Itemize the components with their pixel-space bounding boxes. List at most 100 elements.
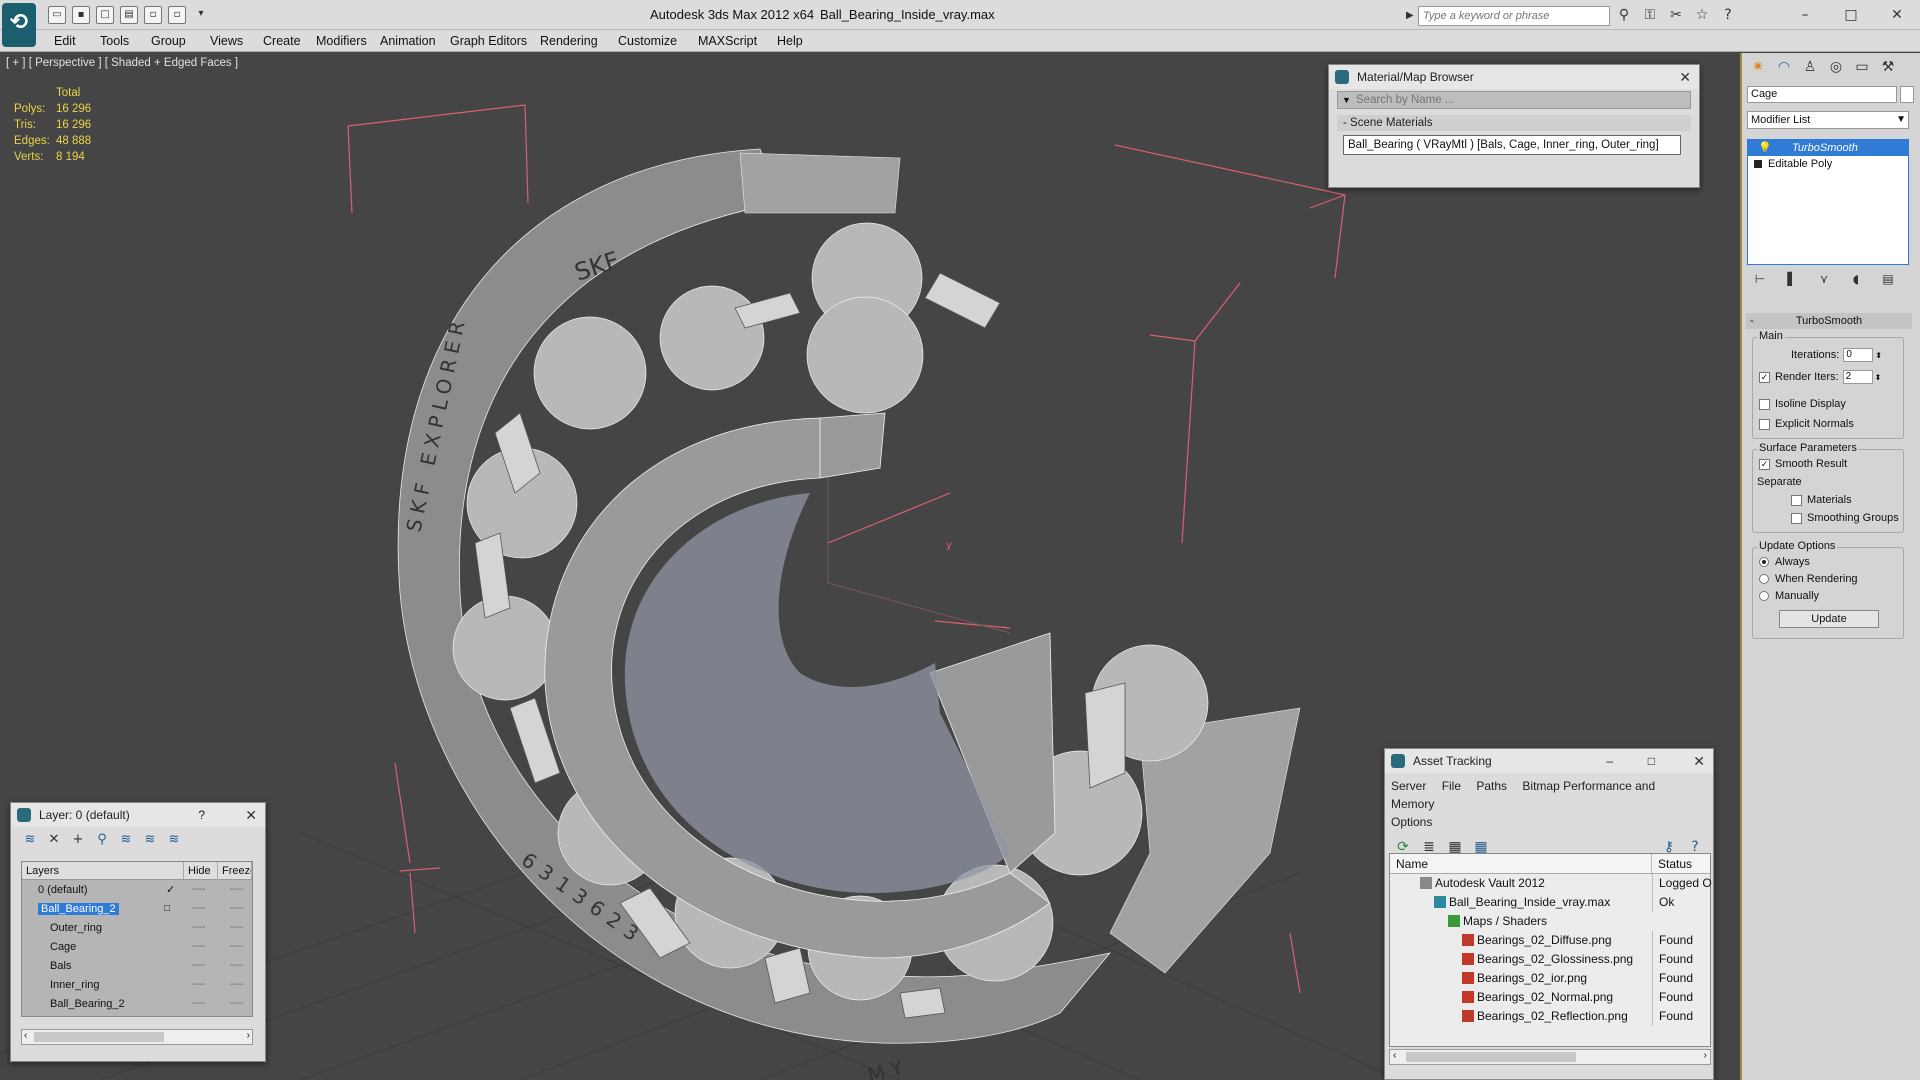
freeze-toggle[interactable]: ---- (230, 941, 243, 952)
close-icon[interactable]: ✕ (1679, 65, 1691, 89)
hide-toggle[interactable]: ---- (192, 922, 205, 933)
update-button[interactable]: Update (1779, 610, 1879, 628)
menu-file[interactable]: File (1442, 779, 1461, 793)
object-name[interactable]: Ball_Bearing_2 (50, 998, 125, 1010)
hold-icon[interactable]: ▤ (120, 6, 138, 24)
close-icon[interactable]: ✕ (1874, 0, 1920, 30)
create-layer-icon[interactable]: ≋ (21, 831, 39, 849)
scroll-right-icon[interactable]: › (1704, 1050, 1707, 1061)
stack-item-turbosmooth[interactable]: 💡 TurboSmooth (1748, 140, 1908, 156)
modify-tab-icon[interactable]: ◠ (1774, 57, 1794, 77)
asset-row[interactable]: Autodesk Vault 2012 Logged Ou (1390, 874, 1712, 893)
configure-sets-icon[interactable]: ▤ (1880, 271, 1896, 287)
manually-radio[interactable] (1759, 591, 1769, 601)
help-icon[interactable]: ? (1718, 5, 1738, 25)
scroll-thumb[interactable] (34, 1032, 164, 1042)
material-browser-titlebar[interactable]: Material/Map Browser ✕ (1329, 65, 1699, 89)
app-logo-icon[interactable]: ⟲ (2, 3, 36, 47)
scroll-left-icon[interactable]: ‹ (1393, 1050, 1396, 1061)
menu-graph-editors[interactable]: Graph Editors (450, 34, 527, 48)
display-tab-icon[interactable]: ▭ (1852, 57, 1872, 77)
modifier-list-dropdown[interactable]: Modifier List ▼ (1747, 111, 1909, 129)
col-name[interactable]: Name (1390, 854, 1652, 873)
freeze-toggle[interactable]: ---- (230, 960, 243, 971)
menu-options[interactable]: Options (1391, 815, 1432, 829)
hide-toggle[interactable]: ---- (192, 941, 205, 952)
delete-layer-icon[interactable]: ✕ (45, 831, 63, 849)
hierarchy-tab-icon[interactable]: ♙ (1800, 57, 1820, 77)
always-radio[interactable] (1759, 557, 1769, 567)
material-search[interactable]: ▼ (1337, 91, 1691, 109)
render-iters-spinner[interactable]: 2 (1842, 370, 1873, 384)
asset-row[interactable]: Bearings_02_ior.png Found (1390, 969, 1710, 988)
current-layer-check-icon[interactable]: ✓ (166, 883, 175, 896)
freeze-toggle[interactable]: ---- (230, 903, 243, 914)
search-expand-icon[interactable]: ▶ (1406, 10, 1414, 21)
iterations-spinner[interactable]: 0 (1843, 348, 1874, 362)
maximize-icon[interactable]: □ (1648, 749, 1655, 773)
freeze-toggle[interactable]: ---- (230, 979, 243, 990)
motion-tab-icon[interactable]: ◎ (1826, 57, 1846, 77)
minimize-icon[interactable]: – (1606, 749, 1613, 773)
object-name[interactable]: Cage (50, 941, 76, 953)
asset-row[interactable]: Bearings_02_Reflection.png Found (1390, 1007, 1710, 1026)
menu-views[interactable]: Views (210, 34, 243, 48)
menu-maxscript[interactable]: MAXScript (698, 34, 757, 48)
object-name[interactable]: Inner_ring (50, 979, 100, 991)
menu-edit[interactable]: Edit (54, 34, 76, 48)
horizontal-scrollbar[interactable]: ‹ › (21, 1029, 253, 1045)
menu-modifiers[interactable]: Modifiers (316, 34, 367, 48)
binoculars-icon[interactable]: ⚲ (1614, 5, 1634, 25)
menu-tools[interactable]: Tools (100, 34, 129, 48)
pin-stack-icon[interactable]: ⊢ (1752, 271, 1768, 287)
select-in-layer-icon[interactable]: ⚲ (93, 831, 111, 849)
menu-bitmap-performance[interactable]: Bitmap Performance and Memory (1391, 779, 1655, 811)
help-icon[interactable]: ? (198, 803, 205, 827)
menu-create[interactable]: Create (263, 34, 301, 48)
create-tab-icon[interactable]: ✷ (1748, 57, 1768, 77)
scroll-thumb[interactable] (1406, 1052, 1576, 1062)
utilities-tab-icon[interactable]: ⚒ (1878, 57, 1898, 77)
hide-toggle[interactable]: ---- (192, 960, 205, 971)
freeze-toggle[interactable]: ---- (230, 884, 243, 895)
scroll-right-icon[interactable]: › (247, 1030, 250, 1041)
spinner-arrows-icon[interactable]: ⬍ (1875, 351, 1882, 360)
qat-dropdown-icon[interactable]: ▾ (192, 6, 210, 24)
freeze-toggle[interactable]: ---- (230, 998, 243, 1009)
menu-customize[interactable]: Customize (618, 34, 677, 48)
smoothing-groups-checkbox[interactable] (1791, 512, 1802, 524)
menu-animation[interactable]: Animation (380, 34, 436, 48)
make-unique-icon[interactable]: ⋎ (1816, 271, 1832, 287)
menu-server[interactable]: Server (1391, 779, 1426, 793)
layer-row[interactable]: Bals ---- ---- (22, 956, 252, 975)
col-layers[interactable]: Layers (22, 862, 184, 879)
menu-rendering[interactable]: Rendering (540, 34, 598, 48)
asset-tracking-titlebar[interactable]: Asset Tracking – □ ✕ (1385, 749, 1713, 773)
asset-row[interactable]: Bearings_02_Diffuse.png Found (1390, 931, 1710, 950)
search-options-icon[interactable]: ▼ (1342, 95, 1351, 105)
object-name-field[interactable]: Cage (1747, 86, 1897, 103)
spinner-arrows-icon[interactable]: ⬍ (1875, 373, 1882, 382)
freeze-toggle[interactable]: ---- (230, 922, 243, 933)
layer-manager-titlebar[interactable]: Layer: 0 (default) ? ✕ (11, 803, 265, 827)
layer-row[interactable]: Ball_Bearing_2 □ ---- ---- (22, 899, 252, 918)
layer-row[interactable]: Cage ---- ---- (22, 937, 252, 956)
viewport-label[interactable]: [ + ] [ Perspective ] [ Shaded + Edged F… (6, 57, 238, 69)
expand-plus-icon[interactable] (1754, 160, 1762, 168)
asset-row[interactable]: Ball_Bearing_Inside_vray.max Ok (1390, 893, 1710, 912)
layer-name[interactable]: 0 (default) (38, 884, 88, 896)
isoline-checkbox[interactable] (1759, 398, 1770, 410)
new-scene-icon[interactable]: □ (96, 6, 114, 24)
asset-row[interactable]: Bearings_02_Glossiness.png Found (1390, 950, 1710, 969)
hide-all-icon[interactable]: ≋ (141, 831, 159, 849)
render-iters-checkbox[interactable]: ✓ (1759, 371, 1770, 383)
layer-row[interactable]: Ball_Bearing_2 ---- ---- (22, 994, 252, 1013)
hide-toggle[interactable]: ---- (192, 903, 205, 914)
asset-row[interactable]: Maps / Shaders (1390, 912, 1710, 931)
materials-checkbox[interactable] (1791, 494, 1802, 506)
hide-toggle[interactable]: ---- (192, 979, 205, 990)
layer-row[interactable]: Inner_ring ---- ---- (22, 975, 252, 994)
show-end-result-icon[interactable]: ▌ (1784, 271, 1800, 287)
scroll-left-icon[interactable]: ‹ (24, 1030, 27, 1041)
object-name[interactable]: Bals (50, 960, 71, 972)
